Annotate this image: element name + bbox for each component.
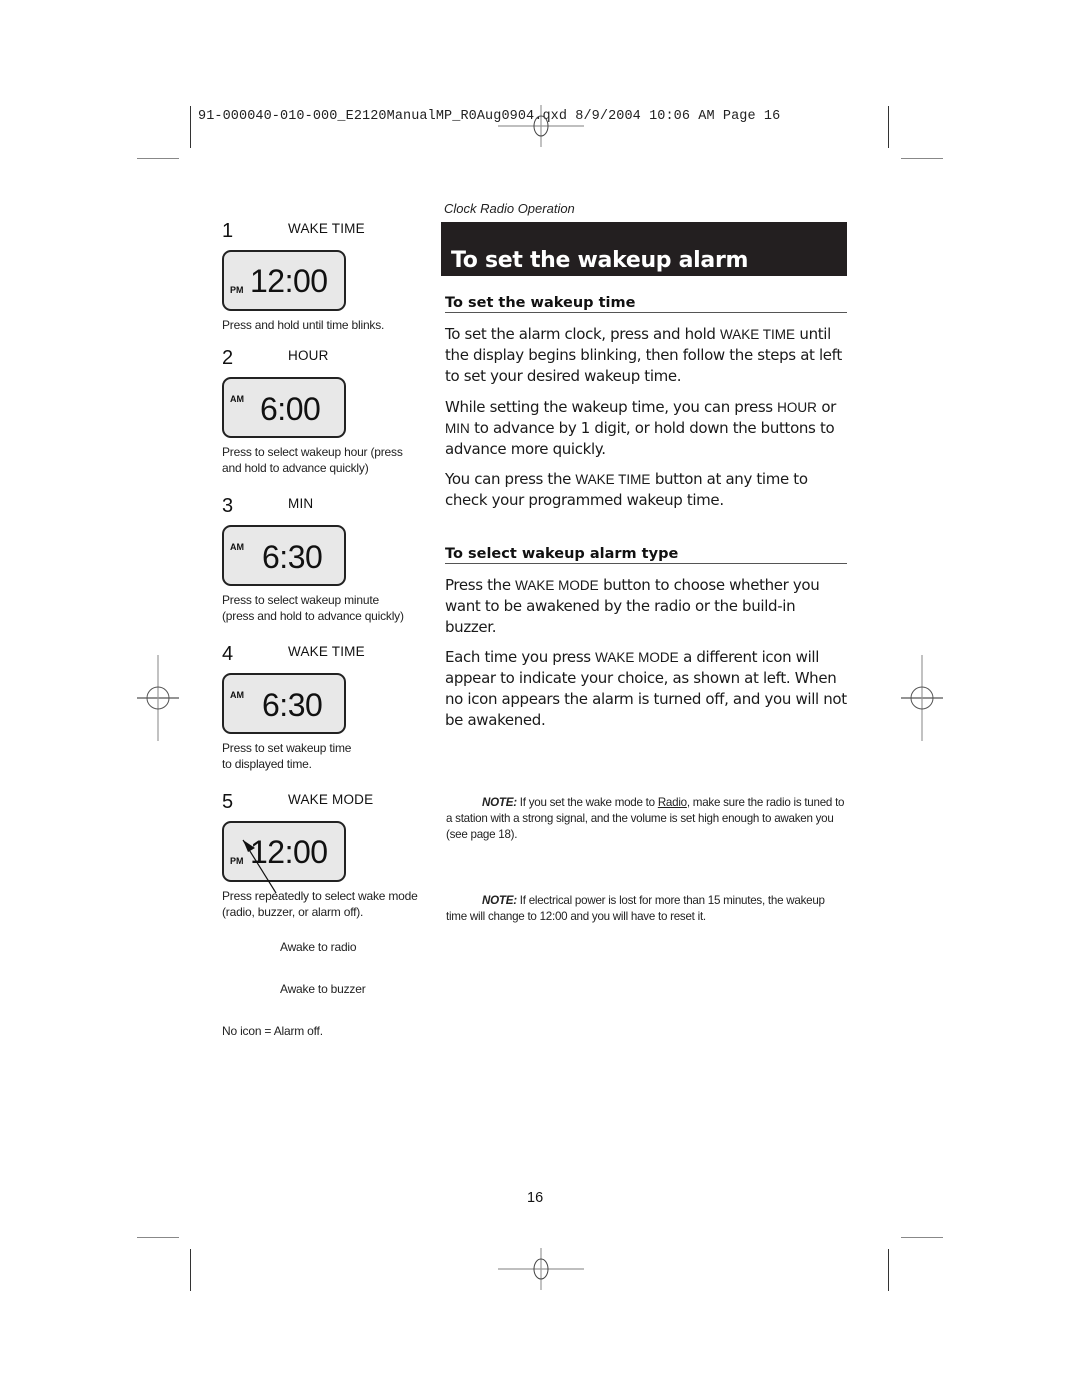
crop-mark [190, 1249, 191, 1291]
step-number: 1 [222, 220, 234, 242]
button-reference: WAKE TIME [720, 327, 796, 342]
lcd-time: 6:30 [262, 687, 323, 723]
crop-mark [888, 1249, 889, 1291]
ampm-indicator: AM [230, 394, 244, 404]
lcd-display: AM 6:30 [222, 525, 346, 586]
lcd-display: AM 6:00 [222, 377, 346, 438]
lcd-display: PM 12:00 [222, 821, 346, 894]
button-reference: WAKE MODE [595, 650, 679, 665]
radio-reference: Radio [657, 796, 687, 809]
lcd-time: 6:00 [260, 391, 321, 427]
page-number: 16 [527, 1190, 544, 1206]
ampm-indicator: AM [230, 690, 244, 700]
paragraph: While setting the wakeup time, you can p… [445, 398, 836, 458]
crop-mark [137, 1237, 179, 1238]
crop-mark [137, 158, 179, 159]
registration-mark-right [901, 655, 943, 741]
lcd-display: AM 6:30 [222, 673, 346, 734]
legend-alarm-off: No icon = Alarm off. [222, 1024, 323, 1038]
registration-mark-top [498, 105, 584, 147]
step-caption: Press and hold until time blinks. [222, 318, 385, 332]
step-button-label: MIN [288, 496, 314, 511]
step-caption: Press repeatedly to select wake mode (ra… [222, 889, 418, 919]
button-reference: WAKE MODE [515, 578, 599, 593]
registration-mark-bottom [498, 1248, 584, 1290]
note-label: NOTE: [482, 796, 517, 809]
title-banner: To set the wakeup alarm [441, 222, 847, 276]
step-caption: Press to select wakeup hour (press and h… [222, 445, 403, 475]
lcd-display: PM 12:00 [222, 250, 346, 311]
step-number: 2 [222, 347, 234, 369]
registration-mark-left [137, 655, 179, 741]
crop-mark [901, 1237, 943, 1238]
ampm-indicator: AM [230, 542, 244, 552]
heading-set-wakeup-time: To set the wakeup time [445, 295, 847, 313]
step-caption: Press to select wakeup minute (press and… [222, 593, 404, 623]
heading-select-alarm-type: To select wakeup alarm type [445, 546, 847, 564]
step-number: 3 [222, 495, 234, 517]
paragraph: You can press the WAKE TIME button at an… [445, 470, 808, 509]
note-label: NOTE: [482, 894, 517, 907]
step-button-label: WAKE TIME [288, 221, 365, 236]
legend-radio: Awake to radio [280, 940, 357, 954]
legend-buzzer: Awake to buzzer [280, 982, 366, 996]
button-reference: MIN [445, 421, 470, 436]
crop-mark [190, 106, 191, 148]
step-button-label: WAKE TIME [288, 644, 365, 659]
print-slug: 91-000040-010-000_E2120ManualMP_R0Aug090… [198, 109, 781, 124]
button-reference: WAKE TIME [575, 472, 651, 487]
paragraph: Press the WAKE MODE button to choose whe… [445, 576, 820, 636]
ampm-indicator: PM [230, 285, 244, 295]
page-title: To set the wakeup alarm [451, 248, 749, 273]
paragraph: To set the alarm clock, press and hold W… [445, 325, 842, 385]
lcd-time: 6:30 [262, 539, 323, 575]
note-power-loss: NOTE: If electrical power is lost for mo… [446, 894, 825, 923]
paragraph: Each time you press WAKE MODE a differen… [445, 648, 847, 729]
step-caption: Press to set wakeup time to displayed ti… [222, 741, 352, 771]
step-number: 4 [222, 643, 234, 665]
crop-mark [888, 106, 889, 148]
section-label: Clock Radio Operation [444, 201, 575, 216]
step-button-label: HOUR [288, 348, 329, 363]
note-radio: NOTE: If you set the wake mode to Radio,… [446, 796, 845, 841]
lcd-time: 12:00 [250, 263, 328, 299]
crop-mark [901, 158, 943, 159]
step-number: 5 [222, 791, 234, 813]
button-reference: HOUR [777, 400, 817, 415]
step-button-label: WAKE MODE [288, 792, 374, 807]
